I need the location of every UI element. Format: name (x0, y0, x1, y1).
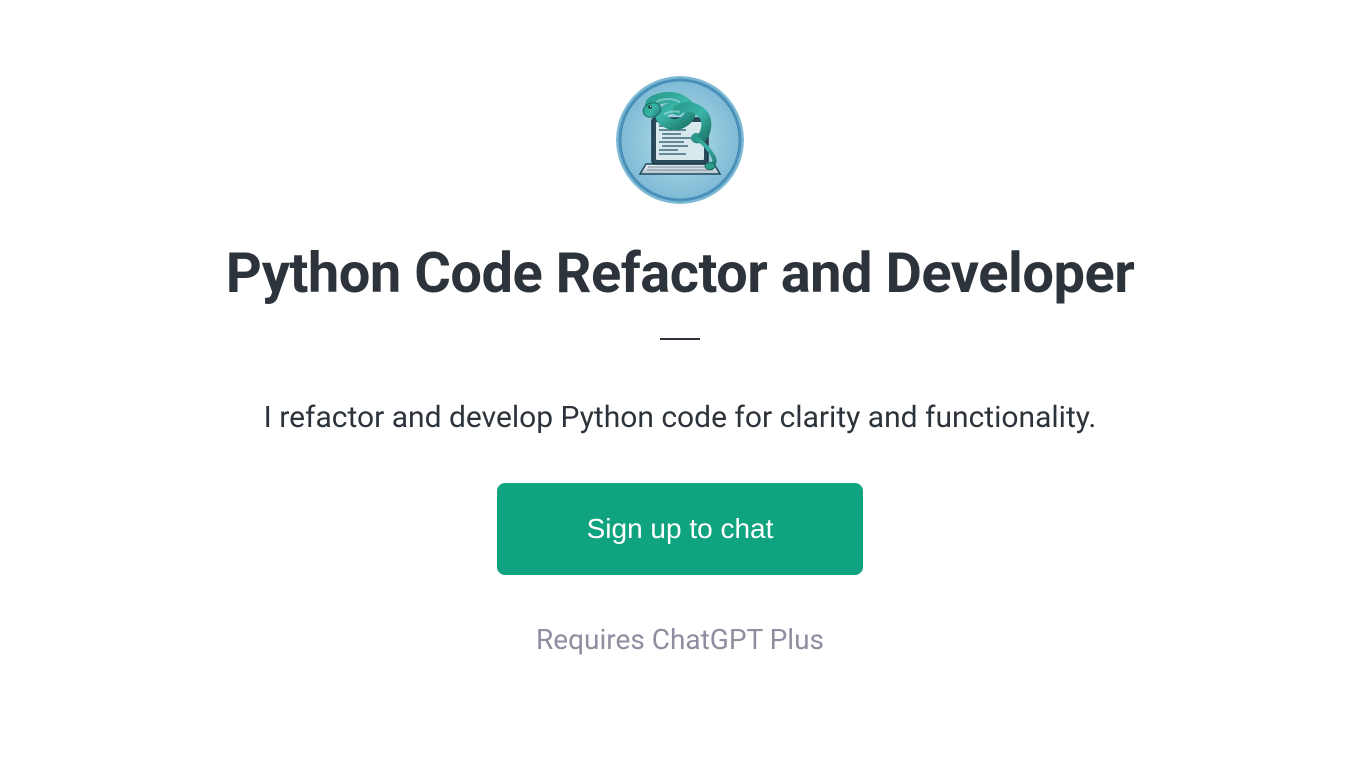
gpt-avatar (616, 76, 744, 204)
signup-button[interactable]: Sign up to chat (497, 483, 864, 575)
divider (660, 338, 700, 340)
gpt-description: I refactor and develop Python code for c… (264, 400, 1097, 435)
requires-plus-text: Requires ChatGPT Plus (536, 623, 824, 656)
python-laptop-icon (616, 76, 744, 204)
page-title: Python Code Refactor and Developer (226, 240, 1134, 306)
